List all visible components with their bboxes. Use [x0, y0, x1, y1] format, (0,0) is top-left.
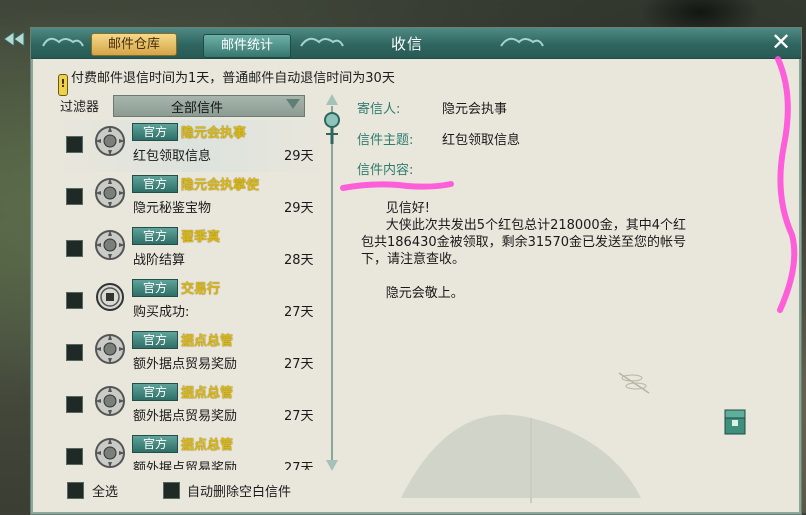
official-badge: 官方 — [132, 383, 178, 401]
mail-sender: 翟季真 — [181, 230, 221, 245]
content-label: 信件内容: — [357, 163, 414, 178]
gear-mail-icon — [95, 334, 125, 364]
pink-highlight-scribble — [340, 181, 454, 191]
subject-label: 信件主题: — [357, 133, 414, 148]
scroll-up-icon[interactable] — [326, 94, 338, 105]
official-badge: 官方 — [132, 227, 178, 245]
mail-days-left: 27天 — [284, 357, 314, 372]
mail-subject: 额外据点贸易奖励 — [133, 409, 238, 424]
scroll-down-icon[interactable] — [326, 460, 338, 471]
lotus-leaf-decoration — [401, 414, 641, 503]
subject-value: 红包领取信息 — [442, 133, 521, 148]
tab-mail-storage[interactable]: 邮件仓库 — [91, 33, 177, 56]
mail-item[interactable]: 官方 翟季真 战阶结算 28天 — [61, 224, 323, 276]
mail-subject: 战阶结算 — [133, 253, 186, 268]
mail-sender: 隐元会执掌使 — [181, 178, 260, 193]
window-title: 收信 — [391, 35, 424, 53]
bottom-bar: 全选 自动删除空白信件 — [58, 479, 358, 503]
coin-icon — [96, 283, 124, 311]
title-bar[interactable]: 邮件仓库 邮件统计 收信 ✕ — [31, 28, 801, 59]
auto-delete-checkbox[interactable] — [163, 482, 180, 499]
mail-item[interactable]: 官方 交易行 购买成功: 27天 — [61, 276, 323, 328]
mail-item[interactable]: 官方 据点总管 额外据点贸易奖励 27天 — [61, 432, 323, 470]
notice-text: ! 付费邮件退信时间为1天，普通邮件自动退信时间为30天 — [58, 67, 395, 96]
mail-list-scrollbar[interactable] — [324, 94, 340, 474]
mail-checkbox[interactable] — [66, 344, 83, 361]
official-badge: 官方 — [132, 123, 178, 141]
warning-icon: ! — [58, 74, 68, 96]
mail-window: 邮件仓库 邮件统计 收信 ✕ ! 付费邮件退信时间为1天，普通邮件自动退信时间为3… — [30, 27, 802, 515]
mail-subject: 隐元秘鉴宝物 — [133, 201, 212, 216]
dragonfly-decoration — [618, 372, 650, 394]
gear-mail-icon — [95, 126, 125, 156]
scrollbar-track[interactable] — [331, 106, 333, 460]
mail-subject: 红包领取信息 — [133, 149, 212, 164]
mail-days-left: 27天 — [284, 461, 314, 470]
back-arrow-icon[interactable] — [2, 30, 28, 48]
mail-checkbox[interactable] — [66, 188, 83, 205]
mail-checkbox[interactable] — [66, 136, 83, 153]
scrollbar-thumb[interactable] — [321, 110, 343, 146]
mail-checkbox[interactable] — [66, 240, 83, 257]
select-all-checkbox[interactable] — [67, 482, 84, 499]
close-icon[interactable]: ✕ — [767, 29, 795, 55]
tab-mail-statistics[interactable]: 邮件统计 — [203, 34, 291, 58]
auto-delete-label[interactable]: 自动删除空白信件 — [187, 481, 291, 500]
sender-value: 隐元会执事 — [442, 102, 508, 117]
mail-checkbox[interactable] — [66, 448, 83, 465]
filter-label: 过滤器 — [60, 100, 100, 115]
mail-item[interactable]: 官方 隐元会执事 红包领取信息 29天 — [61, 120, 323, 172]
official-badge: 官方 — [132, 279, 178, 297]
cloud-ornament-icon — [42, 37, 84, 47]
mail-sender: 据点总管 — [181, 386, 234, 401]
mail-checkbox[interactable] — [66, 292, 83, 309]
mail-sender: 隐元会执事 — [181, 126, 247, 141]
official-badge: 官方 — [132, 331, 178, 349]
gear-mail-icon — [95, 386, 125, 416]
mail-item[interactable]: 官方 据点总管 额外据点贸易奖励 27天 — [61, 328, 323, 380]
mail-days-left: 27天 — [284, 409, 314, 424]
mail-days-left: 27天 — [284, 305, 314, 320]
mail-item[interactable]: 官方 据点总管 额外据点贸易奖励 27天 — [61, 380, 323, 432]
chevron-down-icon — [286, 99, 300, 109]
gear-mail-icon — [95, 178, 125, 208]
pink-highlight-scribble — [775, 56, 798, 313]
sender-label: 寄信人: — [357, 102, 401, 117]
mail-subject: 额外据点贸易奖励 — [133, 357, 238, 372]
mail-list: 官方 隐元会执事 红包领取信息 29天 官方 隐元会执掌使 隐元秘鉴宝物 29天 — [61, 120, 323, 470]
mail-sender: 据点总管 — [181, 334, 234, 349]
gear-mail-icon — [95, 230, 125, 260]
official-badge: 官方 — [132, 175, 178, 193]
attachment-chest-icon[interactable] — [724, 408, 746, 436]
filter-dropdown[interactable]: 全部信件 — [113, 95, 305, 117]
cloud-ornament-icon — [300, 37, 344, 47]
gear-mail-icon — [95, 438, 125, 468]
mail-checkbox[interactable] — [66, 396, 83, 413]
mail-sender: 交易行 — [181, 282, 221, 297]
mail-days-left: 28天 — [284, 253, 314, 268]
filter-selected-value: 全部信件 — [171, 101, 224, 116]
official-badge: 官方 — [132, 435, 178, 453]
select-all-label[interactable]: 全选 — [92, 481, 118, 500]
mail-item[interactable]: 官方 隐元会执掌使 隐元秘鉴宝物 29天 — [61, 172, 323, 224]
mail-body: 见信好! 大侠此次共发出5个红包总计218000金，其中4个红 包共186430… — [361, 201, 686, 301]
mail-days-left: 29天 — [284, 149, 314, 164]
cloud-ornament-icon — [500, 37, 544, 47]
mail-subject: 额外据点贸易奖励 — [133, 461, 238, 470]
mail-days-left: 29天 — [284, 201, 314, 216]
mail-sender: 据点总管 — [181, 438, 234, 453]
mail-subject: 购买成功: — [133, 305, 190, 320]
